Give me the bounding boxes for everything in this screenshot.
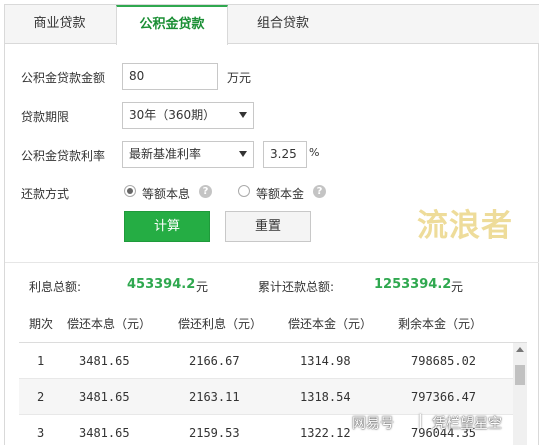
calculate-button[interactable]: 计算 (124, 211, 210, 242)
table-cell: 1 (37, 354, 45, 368)
rate-unit: % (309, 146, 320, 159)
table-row: 1 3481.65 2166.67 1314.98 798685.02 (19, 343, 513, 379)
chevron-down-icon (239, 151, 247, 157)
help-icon[interactable]: ? (199, 185, 212, 198)
table-cell: 797366.47 (411, 390, 477, 404)
repay-total-unit: 元 (451, 280, 464, 294)
chevron-down-icon (239, 112, 247, 118)
table-cell: 1322.12 (300, 426, 351, 440)
reset-button[interactable]: 重置 (225, 211, 311, 242)
help-icon[interactable]: ? (313, 185, 326, 198)
table-cell: 3481.65 (79, 354, 130, 368)
section-divider (5, 262, 539, 263)
repay-total-label: 累计还款总额: (258, 280, 335, 294)
interest-total-label: 利息总额: (29, 280, 82, 294)
term-label: 贷款期限 (21, 110, 70, 124)
rate-label: 公积金贷款利率 (21, 149, 106, 163)
tab-combined-loan[interactable]: 组合贷款 (228, 5, 338, 44)
term-select[interactable]: 30年（360期） (122, 102, 254, 129)
rate-type-value: 最新基准利率 (129, 147, 202, 161)
table-cell: 1318.54 (300, 390, 351, 404)
table-cell: 3481.65 (79, 426, 130, 440)
table-cell: 2 (37, 390, 45, 404)
table-cell: 3481.65 (79, 390, 130, 404)
rate-type-select[interactable]: 最新基准利率 (122, 141, 254, 168)
amount-input[interactable]: 80 (122, 63, 218, 90)
equal-principal-label[interactable]: 等额本金 (256, 185, 304, 202)
table-cell: 798685.02 (411, 354, 477, 368)
loan-calculator: 商业贷款 公积金贷款 组合贷款 公积金贷款金额 80 万元 贷款期限 30年（3… (4, 4, 539, 445)
tab-provident-fund-loan[interactable]: 公积金贷款 (116, 5, 228, 45)
interest-total-value: 453394.2 (127, 277, 196, 292)
rate-input[interactable]: 3.25 (263, 141, 307, 168)
column-header-remaining: 剩余本金（元） (398, 317, 483, 331)
watermark-separator: | (418, 413, 423, 429)
equal-installment-label[interactable]: 等额本息 (142, 185, 190, 202)
loan-type-tabs: 商业贷款 公积金贷款 组合贷款 (5, 5, 539, 45)
column-header-interest: 偿还利息（元） (178, 317, 263, 331)
table-cell: 2166.67 (189, 354, 240, 368)
scrollbar-thumb[interactable] (515, 365, 525, 385)
table-cell: 2159.53 (189, 426, 240, 440)
watermark-text: 流浪者 (417, 208, 513, 244)
repay-total-value: 1253394.2 (374, 277, 452, 292)
repay-label: 还款方式 (21, 187, 70, 201)
tab-commercial-loan[interactable]: 商业贷款 (5, 5, 114, 44)
column-header-principal: 偿还本金（元） (288, 317, 373, 331)
term-select-value: 30年（360期） (129, 108, 216, 122)
table-cell: 1314.98 (300, 354, 351, 368)
column-header-period: 期次 (29, 317, 54, 331)
table-row: 2 3481.65 2163.11 1318.54 797366.47 (19, 379, 513, 415)
table-cell: 3 (37, 426, 45, 440)
radio-equal-principal[interactable] (238, 185, 250, 197)
column-header-payment: 偿还本息（元） (67, 317, 152, 331)
scroll-up-arrow-icon[interactable] (516, 347, 524, 352)
author-watermark: 凭栏望星空 (432, 416, 502, 432)
amount-label: 公积金贷款金额 (21, 71, 106, 85)
table-cell: 2163.11 (189, 390, 240, 404)
amount-unit: 万元 (227, 71, 252, 85)
table-scrollbar[interactable] (513, 343, 527, 445)
source-watermark: 网易号 (352, 416, 394, 432)
interest-total-unit: 元 (196, 280, 209, 294)
radio-equal-installment[interactable] (124, 185, 136, 197)
